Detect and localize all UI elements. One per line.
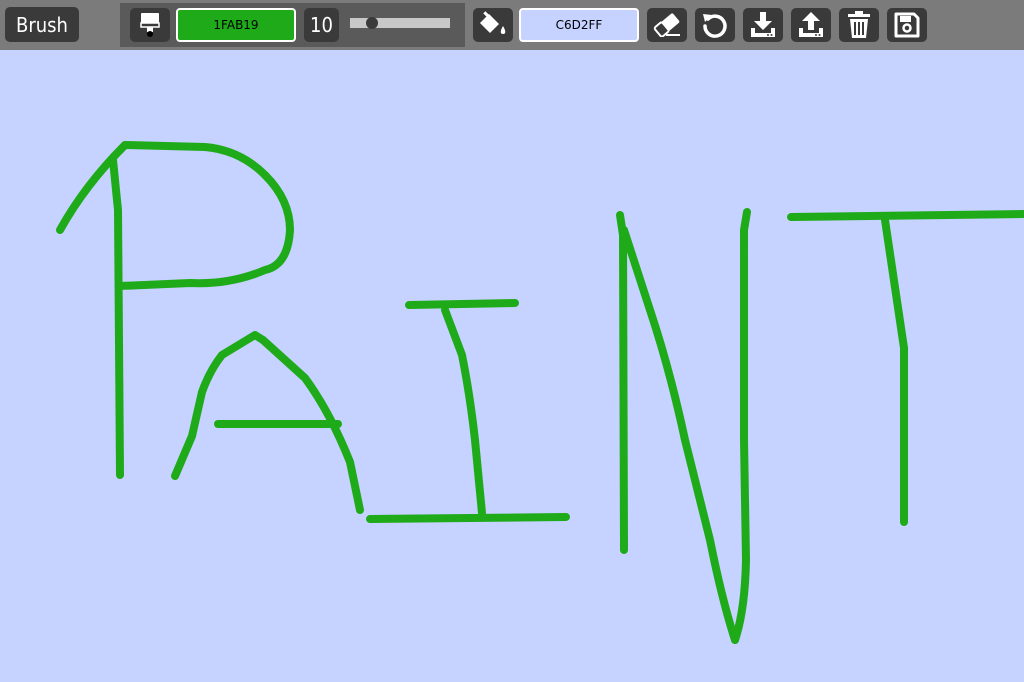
- stroke-i-bottom: [366, 513, 570, 523]
- save-button[interactable]: [887, 8, 927, 42]
- stroke-i-stem: [441, 306, 486, 517]
- brush-size-display: 10: [304, 8, 339, 42]
- upload-icon: [799, 12, 823, 37]
- drawing-canvas[interactable]: [0, 50, 1024, 682]
- brush-tool-button[interactable]: [130, 8, 170, 42]
- canvas-drawing: [56, 141, 1024, 644]
- brush-color-picker[interactable]: 1FAB19: [176, 8, 296, 42]
- stroke-t-top: [787, 210, 1024, 221]
- stroke-p-stem: [109, 156, 124, 479]
- mode-button[interactable]: Brush: [5, 7, 79, 42]
- stroke-n-diagonal: [620, 226, 739, 644]
- eraser-icon: [653, 13, 680, 37]
- eraser-button[interactable]: [647, 8, 687, 42]
- stroke-i-top: [405, 299, 519, 309]
- save-icon: [894, 12, 920, 38]
- slider-thumb[interactable]: [366, 17, 378, 29]
- undo-icon: [703, 14, 727, 38]
- brush-size-slider[interactable]: [350, 17, 450, 29]
- stroke-t-stem: [881, 216, 908, 526]
- download-icon: [751, 12, 775, 37]
- clear-canvas-button[interactable]: [839, 8, 879, 42]
- upload-button[interactable]: [791, 8, 831, 42]
- stroke-a-left: [171, 331, 267, 480]
- fill-background-button[interactable]: [473, 8, 513, 42]
- trash-icon: [848, 11, 870, 38]
- paint-bucket-icon: [480, 11, 506, 34]
- download-button[interactable]: [743, 8, 783, 42]
- stroke-n-right: [731, 208, 751, 644]
- toolbar: Brush 1FAB19 10 C6D2FF: [0, 0, 1024, 50]
- stroke-p-bowl: [116, 141, 294, 290]
- paintbrush-icon: [140, 13, 160, 37]
- stroke-n-left: [616, 211, 628, 554]
- undo-button[interactable]: [695, 8, 735, 42]
- background-color-picker[interactable]: C6D2FF: [519, 8, 639, 42]
